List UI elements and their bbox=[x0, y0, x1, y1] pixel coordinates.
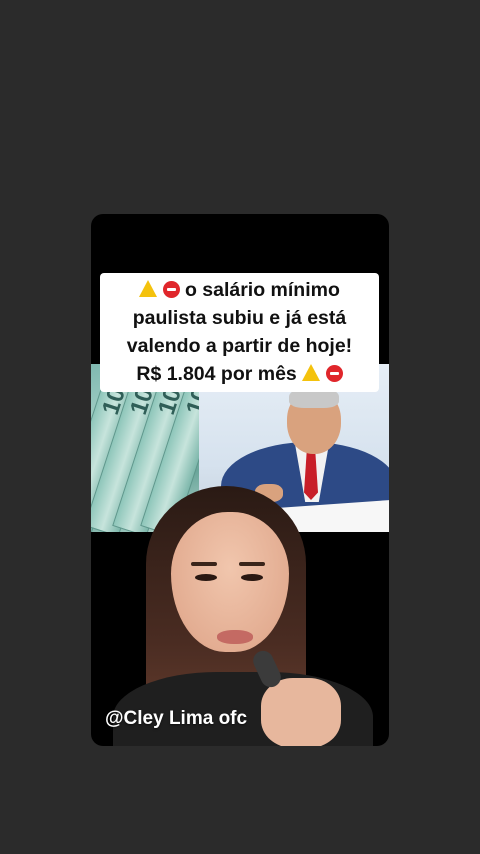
headline-line-2: paulista subiu e já está bbox=[132, 307, 347, 329]
video-card[interactable]: o salário mínimo paulista subiu e já est… bbox=[91, 214, 389, 746]
stop-sign-icon bbox=[325, 365, 343, 382]
stop-sign-icon bbox=[162, 281, 180, 298]
presenter-video bbox=[91, 482, 389, 746]
right-brow bbox=[239, 562, 265, 566]
left-brow bbox=[191, 562, 217, 566]
headline-line-1: o salário mínimo bbox=[184, 279, 340, 301]
headline-caption: o salário mínimo paulista subiu e já est… bbox=[100, 273, 379, 392]
headline-line-3: valendo a partir de hoje! bbox=[126, 335, 353, 357]
creator-watermark: @Cley Lima ofc bbox=[105, 708, 248, 729]
left-eye bbox=[195, 574, 217, 581]
presenter-lips bbox=[217, 630, 253, 644]
headline-line-4: R$ 1.804 por mês bbox=[136, 363, 297, 385]
right-eye bbox=[241, 574, 263, 581]
warning-icon bbox=[139, 280, 158, 297]
warning-icon bbox=[302, 364, 321, 381]
presenter-hand bbox=[261, 678, 341, 746]
